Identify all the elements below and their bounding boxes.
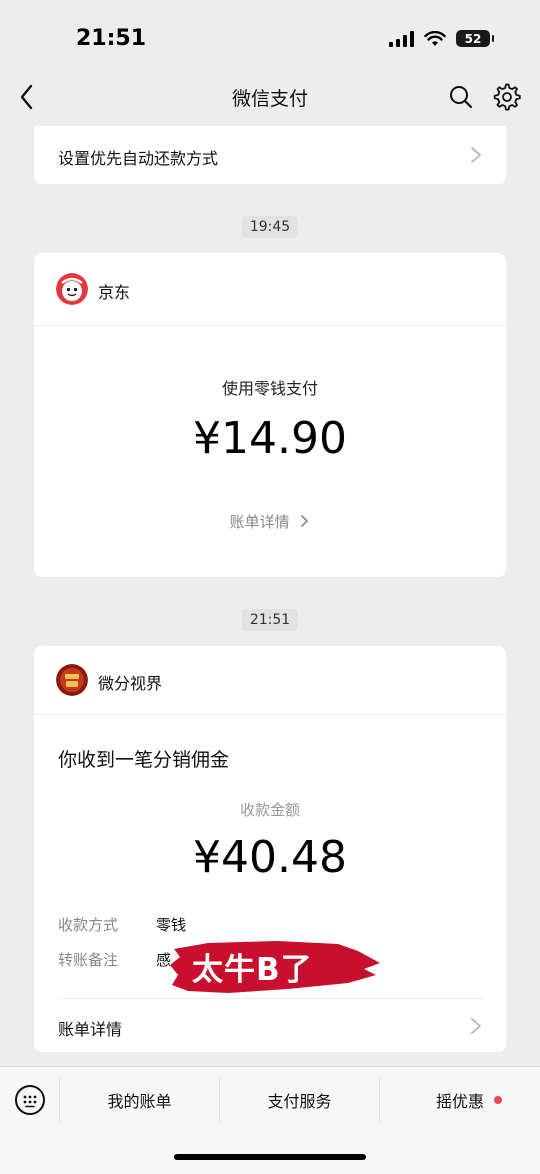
- jd-logo-icon: [56, 273, 88, 305]
- battery-indicator: 52: [456, 30, 494, 47]
- back-arrow-icon[interactable]: [12, 80, 42, 114]
- merchant-header: 京东: [34, 253, 506, 326]
- payment-amount: ¥14.90: [193, 413, 347, 464]
- bill-detail-link[interactable]: 账单详情: [58, 1016, 122, 1040]
- status-bar: 21:51 52: [0, 0, 540, 78]
- amount-label: 收款金额: [239, 801, 300, 819]
- commission-title: 你收到一笔分销佣金: [58, 749, 230, 771]
- gear-icon[interactable]: [492, 82, 522, 112]
- bill-detail-label: 账单详情: [229, 513, 290, 531]
- chevron-right-icon: [471, 147, 481, 163]
- sticker-text: 太牛B了: [192, 952, 313, 988]
- field-label: 收款方式: [58, 916, 119, 934]
- message-timestamp: 19:45: [241, 216, 299, 238]
- nav-bar: 微信支付: [0, 78, 540, 118]
- merchant-name: 微分视界: [98, 674, 163, 693]
- tab-payment-services[interactable]: 支付服务: [220, 1067, 379, 1133]
- keyboard-icon[interactable]: [14, 1084, 46, 1116]
- notification-dot: [494, 1096, 502, 1104]
- home-indicator: [174, 1154, 366, 1160]
- message-timestamp: 21:51: [241, 609, 299, 631]
- tab-shake-offers[interactable]: 摇优惠: [380, 1067, 540, 1133]
- merchant-header: 微分视界: [34, 646, 506, 715]
- chevron-right-icon: [301, 515, 309, 527]
- merchant-logo-icon: [56, 664, 88, 696]
- divider: [58, 998, 482, 999]
- chevron-right-icon: [471, 1018, 481, 1034]
- field-value: 零钱: [156, 916, 187, 934]
- auto-repay-label: 设置优先自动还款方式: [58, 149, 219, 168]
- field-label: 转账备注: [58, 951, 119, 969]
- status-icons: 52: [389, 30, 494, 47]
- status-time: 21:51: [76, 26, 147, 51]
- search-icon[interactable]: [446, 82, 476, 112]
- commission-amount: ¥40.48: [193, 832, 347, 883]
- auto-repay-row[interactable]: 设置优先自动还款方式: [34, 126, 506, 184]
- merchant-name: 京东: [98, 283, 131, 302]
- cellular-signal-icon: [389, 30, 414, 47]
- payment-card-jd[interactable]: 京东 使用零钱支付 ¥14.90 账单详情: [34, 253, 506, 577]
- tab-my-bills[interactable]: 我的账单: [60, 1067, 219, 1133]
- wifi-icon: [424, 30, 446, 46]
- bill-detail-link[interactable]: 账单详情: [34, 511, 506, 532]
- payment-method: 使用零钱支付: [221, 379, 318, 398]
